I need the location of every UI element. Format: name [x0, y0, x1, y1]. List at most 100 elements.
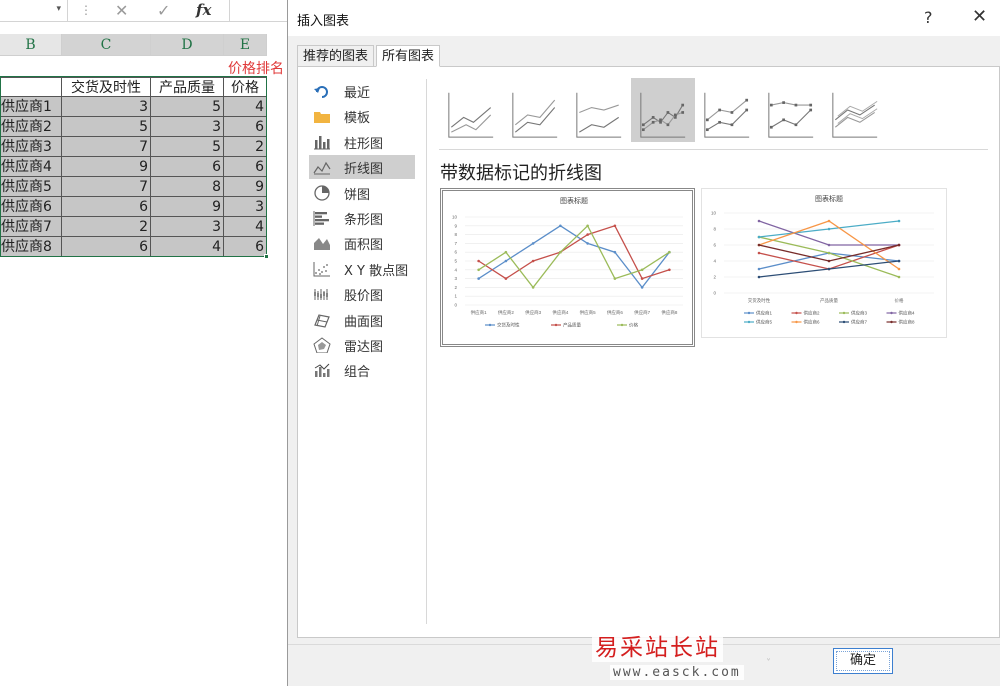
table-header-blank[interactable]	[0, 77, 62, 97]
series-marker	[531, 286, 535, 289]
stacked-line-icon[interactable]	[503, 78, 567, 142]
chart-type-item[interactable]: 条形图	[309, 206, 415, 230]
cell-quality[interactable]: 4	[151, 237, 224, 257]
row-label[interactable]: 供应商4	[0, 157, 62, 177]
cell-price[interactable]: 6	[224, 237, 267, 257]
x-tick-label: 供应商6	[607, 309, 623, 316]
name-box[interactable]: ▾	[0, 0, 68, 21]
cell-delivery[interactable]: 5	[62, 117, 151, 137]
cell-delivery[interactable]: 9	[62, 157, 151, 177]
series-marker	[827, 219, 831, 223]
chart-type-label: 柱形图	[344, 136, 384, 152]
legend-label: 价格	[629, 322, 638, 329]
line-with-markers-icon[interactable]	[631, 78, 695, 142]
series-marker	[757, 243, 761, 247]
row-label[interactable]: 供应商2	[0, 117, 62, 137]
surface-chart-icon	[314, 313, 330, 328]
cell-price[interactable]: 4	[224, 217, 267, 237]
cell-quality[interactable]: 3	[151, 217, 224, 237]
series-line	[758, 244, 900, 270]
cell-quality[interactable]: 9	[151, 197, 224, 217]
row-label[interactable]: 供应商3	[0, 137, 62, 157]
chart-type-item[interactable]: X Y 散点图	[309, 257, 415, 281]
preview-chart-1: 图表标题 0 1 2 3 4 5 6 7 8 9 10 供应商1 供应商2 供应商3 供应商4 供应商5 供应商6…	[452, 196, 683, 329]
insert-chart-dialog: 插入图表 ? ✕ 推荐的图表 所有图表 最近 模板 柱形图 折线图 饼图 条形图 面积图 X …	[287, 0, 1000, 686]
cell-delivery[interactable]: 6	[62, 237, 151, 257]
row-label[interactable]: 供应商5	[0, 177, 62, 197]
enter-check-icon[interactable]: ✓	[157, 1, 170, 20]
cell-price[interactable]: 6	[224, 117, 267, 137]
cell-delivery[interactable]: 7	[62, 137, 151, 157]
row-label[interactable]: 供应商1	[0, 97, 62, 117]
percent-stacked-line-icon[interactable]	[567, 78, 631, 142]
legend-marker	[747, 320, 751, 324]
series-marker	[504, 250, 508, 254]
y-tick-label: 2	[454, 285, 457, 290]
cell-price[interactable]: 2	[224, 137, 267, 157]
tab-recommended-charts[interactable]: 推荐的图表	[297, 45, 375, 67]
row-label[interactable]: 供应商6	[0, 197, 62, 217]
cell-delivery[interactable]: 7	[62, 177, 151, 197]
radar-chart-icon	[313, 337, 331, 353]
chart-type-label: 饼图	[344, 187, 371, 203]
table-header-delivery[interactable]: 交货及时性	[62, 77, 151, 97]
cell-delivery[interactable]: 2	[62, 217, 151, 237]
percent-stacked-line-with-markers-icon[interactable]	[759, 78, 823, 142]
y-tick-label: 5	[454, 259, 457, 264]
legend-marker	[795, 320, 798, 324]
chart-preview-by-supplier[interactable]: 图表标题 0 1 2 3 4 5 6 7 8 9 10 供应商1 供应商2 供应商3 供应商4 供应商5 供应商6…	[440, 188, 695, 347]
chart-type-item[interactable]: 曲面图	[309, 308, 415, 332]
cell-delivery[interactable]: 6	[62, 197, 151, 217]
cancel-icon[interactable]: ✕	[115, 1, 128, 20]
table-header-quality[interactable]: 产品质量	[151, 77, 224, 97]
chart-type-item[interactable]: 模板	[309, 104, 415, 128]
cell-quality[interactable]: 8	[151, 177, 224, 197]
stacked-line-with-markers-icon[interactable]	[695, 78, 759, 142]
row-label[interactable]: 供应商8	[0, 237, 62, 257]
column-header-e[interactable]: E	[224, 34, 267, 56]
legend-marker	[795, 311, 798, 315]
insert-function-icon[interactable]: fx	[196, 1, 211, 19]
chart-type-item[interactable]: 折线图	[309, 155, 415, 180]
faint-chevron-icon: ˅	[766, 658, 771, 669]
series-marker	[827, 259, 831, 263]
chart-preview-by-criterion[interactable]: 图表标题 0 2 4 6 8 10 交货及时性 产品质量 价格 供应商1 供应商2 供应商3 供应商4 供应…	[701, 188, 947, 338]
fill-handle[interactable]	[264, 254, 269, 259]
row-label[interactable]: 供应商7	[0, 217, 62, 237]
panel-divider	[426, 79, 427, 624]
line-icon[interactable]	[439, 78, 503, 142]
column-header-d[interactable]: D	[151, 34, 224, 56]
legend-marker	[620, 323, 624, 327]
cell-quality[interactable]: 3	[151, 117, 224, 137]
help-button[interactable]: ?	[924, 8, 933, 27]
formula-input[interactable]	[229, 0, 290, 21]
chart-type-item[interactable]: 柱形图	[309, 130, 415, 154]
cell-price[interactable]: 4	[224, 97, 267, 117]
ok-button[interactable]: 确定	[833, 648, 893, 674]
cell-price[interactable]: 6	[224, 157, 267, 177]
column-header-c[interactable]: C	[62, 34, 151, 56]
tab-all-charts[interactable]: 所有图表	[376, 45, 441, 67]
cell-quality[interactable]: 5	[151, 137, 224, 157]
chart-type-item[interactable]: 面积图	[309, 231, 415, 255]
subtype-divider	[439, 149, 988, 150]
column-header-b[interactable]: B	[0, 34, 62, 56]
chart-type-item[interactable]: 最近	[309, 79, 415, 103]
cell-price[interactable]: 9	[224, 177, 267, 197]
chart-type-item[interactable]: 股价图	[309, 282, 415, 306]
namebox-dropdown-icon[interactable]: ▾	[56, 4, 61, 14]
close-button[interactable]: ✕	[972, 6, 987, 27]
cell-quality[interactable]: 5	[151, 97, 224, 117]
series-marker	[897, 267, 901, 271]
chart-type-item[interactable]: 雷达图	[309, 333, 415, 357]
cell-quality[interactable]: 6	[151, 157, 224, 177]
table-header-price[interactable]: 价格	[224, 77, 267, 97]
chart-type-item[interactable]: 组合	[309, 358, 415, 382]
cell-delivery[interactable]: 3	[62, 97, 151, 117]
x-tick-label: 产品质量	[820, 297, 838, 304]
3d-line-icon[interactable]	[823, 78, 887, 142]
chart-type-item[interactable]: 饼图	[309, 181, 415, 205]
cell-price[interactable]: 3	[224, 197, 267, 217]
subtype-title: 带数据标记的折线图	[440, 163, 602, 184]
combo-chart-icon	[314, 364, 330, 378]
